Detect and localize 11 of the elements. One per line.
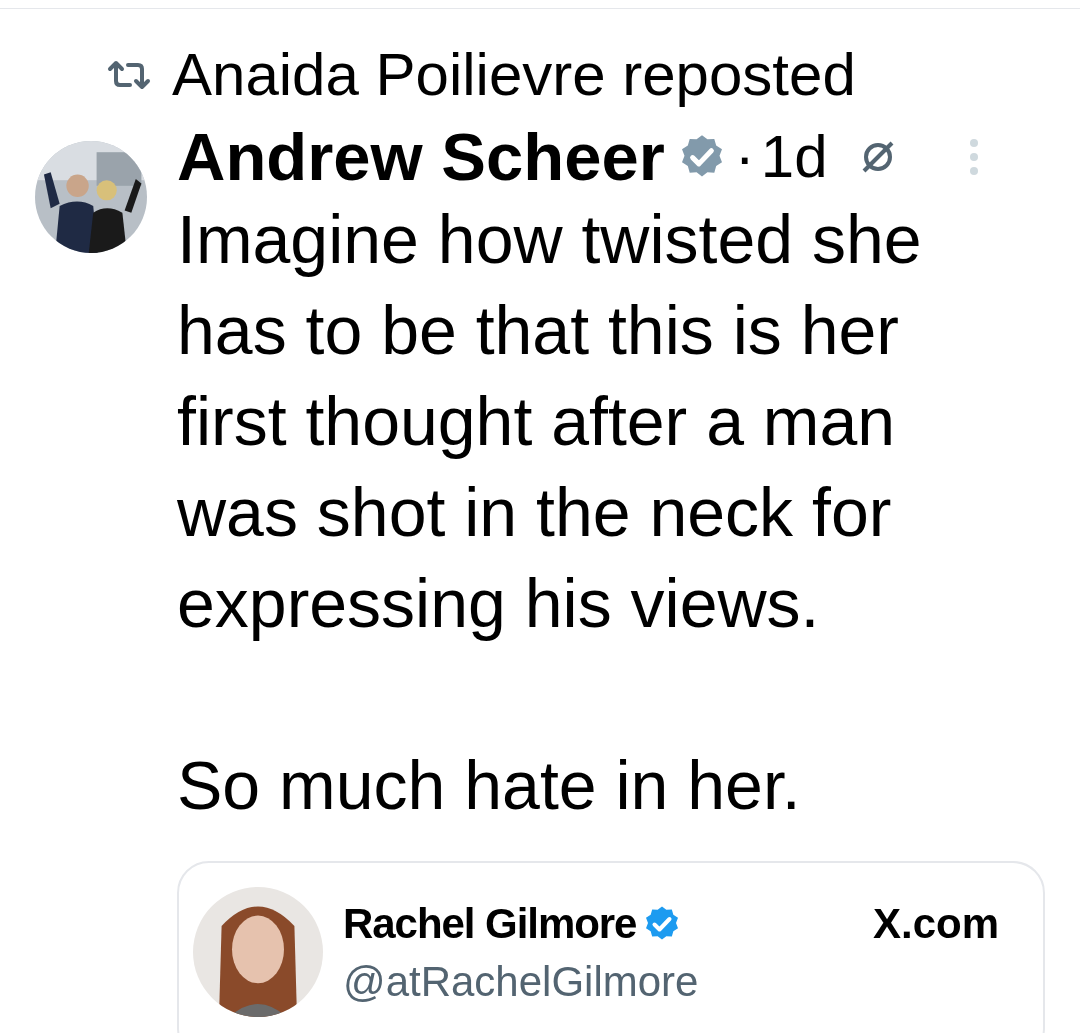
- quoted-handle: @atRachelGilmore: [343, 961, 700, 1003]
- tweet-text: So much hate in her.: [177, 746, 802, 825]
- repost-icon: [106, 59, 152, 91]
- site-label: X.com: [872, 903, 999, 945]
- timestamp[interactable]: 1d: [760, 126, 828, 187]
- tweet-text: Imagine how twisted she has to be that this is her first thought after a man was shot in the neck for expressing his views.: [177, 200, 923, 643]
- more-icon[interactable]: [967, 136, 980, 177]
- author-name[interactable]: Andrew Scheer: [177, 123, 665, 190]
- repost-label: Anaida Poilievre reposted: [172, 45, 856, 105]
- quoted-author-name: Rachel Gilmore: [343, 903, 637, 945]
- separator: ·: [734, 126, 755, 187]
